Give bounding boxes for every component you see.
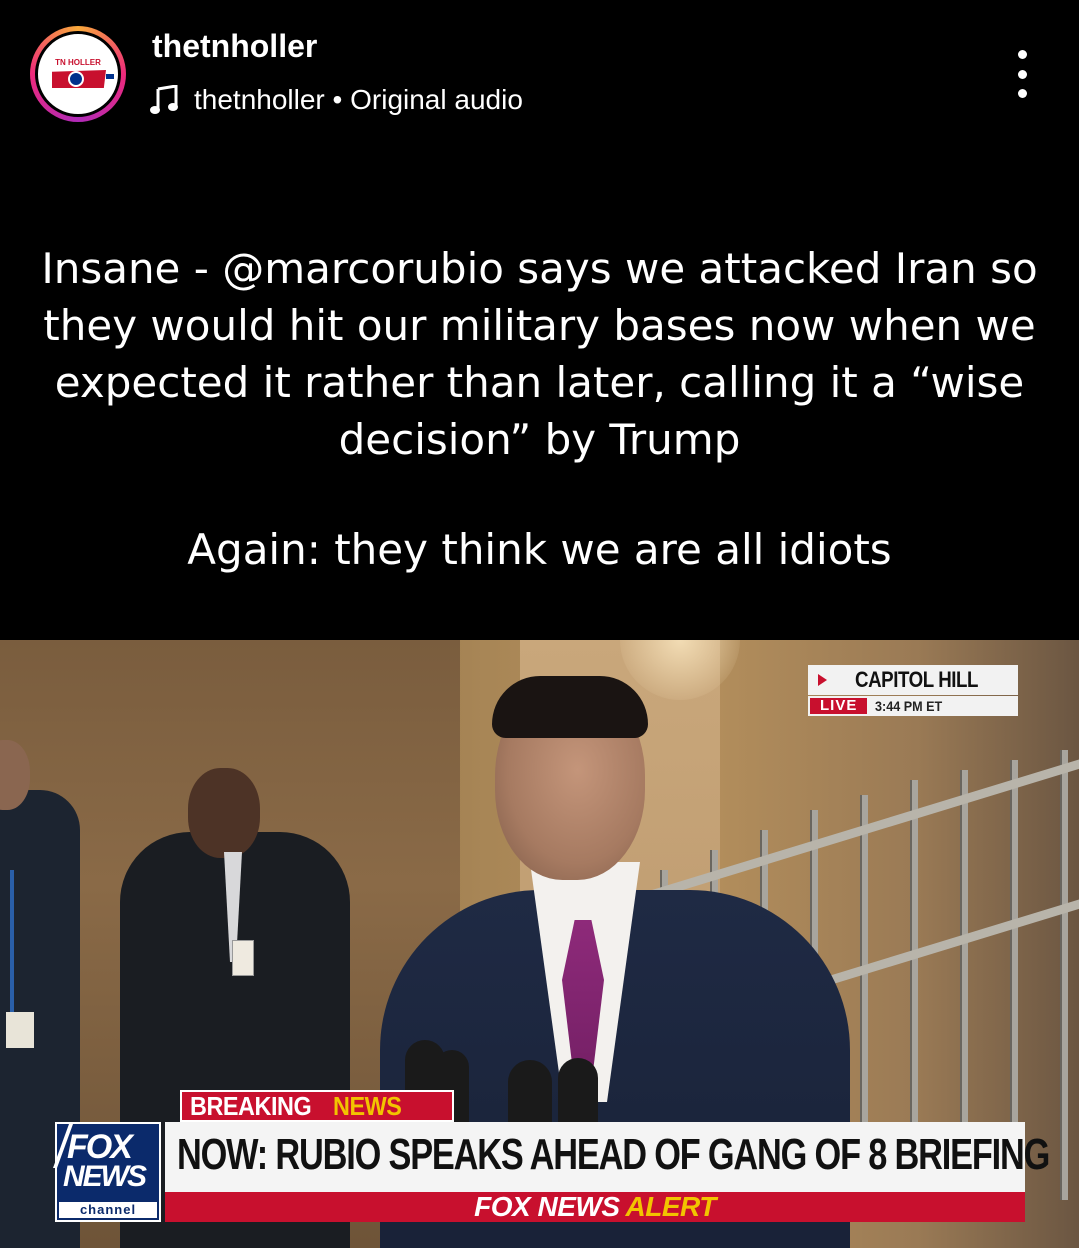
audio-attribution[interactable]: thetnholler • Original audio	[150, 82, 523, 118]
id-badge	[6, 1012, 34, 1048]
play-arrow-icon	[818, 674, 827, 686]
location-label: CAPITOL HILL	[855, 667, 979, 692]
security-agent-head	[188, 768, 260, 858]
username[interactable]: thetnholler	[152, 28, 317, 65]
speaker-hair	[492, 676, 648, 738]
security-agent-badge	[232, 940, 254, 976]
audio-label: thetnholler • Original audio	[194, 84, 523, 115]
tri-star-icon	[68, 71, 84, 87]
post-header: TN HOLLER thetnholler thetnholler • Orig…	[0, 0, 1079, 160]
headline-text: NOW: RUBIO SPEAKS AHEAD OF GANG OF 8 BRI…	[177, 1130, 1050, 1179]
alert-brand: FOX NEWS	[474, 1191, 620, 1222]
caption-paragraph-1: Insane - @marcorubio says we attacked Ir…	[41, 244, 1038, 464]
video-player[interactable]: CAPITOL HILL LIVE 3:44 PM ET BREAKING NE…	[0, 640, 1079, 1248]
avatar-logo-text: TN HOLLER	[55, 58, 101, 67]
alert-label: ALERT	[625, 1191, 717, 1222]
breaking-news-tab: BREAKING NEWS	[180, 1090, 454, 1122]
breaking-label: BREAKING	[190, 1090, 312, 1121]
lanyard	[10, 870, 14, 1020]
logo-news-text: NEWS	[63, 1160, 147, 1194]
post-caption: Insane - @marcorubio says we attacked Ir…	[30, 240, 1049, 578]
avatar[interactable]: TN HOLLER	[35, 31, 121, 117]
music-note-icon	[150, 85, 178, 114]
logo-channel-text: channel	[59, 1202, 157, 1218]
profile-avatar-ring[interactable]: TN HOLLER	[30, 26, 126, 122]
caption-paragraph-2: Again: they think we are all idiots	[187, 525, 892, 574]
news-label: NEWS	[332, 1090, 402, 1121]
flag-icon	[106, 74, 114, 79]
more-options-icon[interactable]	[1010, 50, 1034, 98]
alert-ticker: FOX NEWS ALERT	[165, 1191, 1025, 1222]
fox-news-logo: FOX NEWS channel	[52, 1122, 161, 1222]
broadcast-time: 3:44 PM ET	[875, 698, 943, 714]
headline-banner: NOW: RUBIO SPEAKS AHEAD OF GANG OF 8 BRI…	[165, 1122, 1050, 1192]
live-location-bug: CAPITOL HILL LIVE 3:44 PM ET	[808, 665, 1018, 717]
live-tag: LIVE	[810, 698, 868, 714]
